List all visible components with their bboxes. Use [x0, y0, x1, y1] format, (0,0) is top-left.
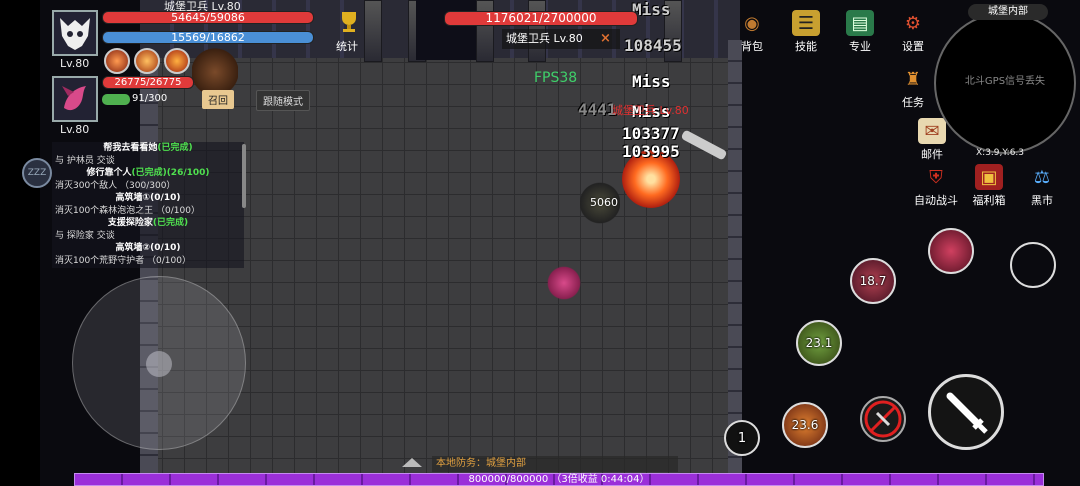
profession-label: 专业 — [849, 40, 871, 53]
skill-cooldown: 18.7 — [859, 274, 887, 288]
welfare-button[interactable]: ▣ 福利箱 — [966, 164, 1012, 208]
pet-hp-bar: 26775/26775 — [102, 76, 194, 89]
empty-skill-slot[interactable] — [1010, 242, 1056, 288]
market-label: 黑市 — [1031, 194, 1053, 207]
skill-slash-button[interactable] — [928, 228, 974, 274]
player-level: Lv.80 — [60, 57, 90, 70]
scroll-icon: ☰ — [792, 10, 820, 36]
target-hp-bar: 1176021/2700000 — [444, 11, 638, 26]
quest-scrollbar[interactable] — [242, 144, 246, 208]
skill-button-1[interactable]: 18.7 — [850, 258, 896, 304]
settings-label: 设置 — [902, 40, 924, 53]
pillar — [364, 0, 382, 62]
buff-icon[interactable] — [134, 48, 160, 74]
gps-status: 北斗GPS信号丢失 — [964, 76, 1046, 87]
skills-button[interactable]: ☰ 技能 — [786, 10, 826, 54]
quest-title[interactable]: 高筑墙②(0/10) — [52, 242, 244, 255]
joystick-knob[interactable] — [146, 351, 172, 377]
fps-counter: FPS38 — [534, 70, 578, 86]
player-hp-bar: 54645/59086 — [102, 11, 314, 24]
sword-icon — [946, 392, 988, 434]
damage-number: 103995 — [622, 142, 680, 161]
gear-icon: ⚙ — [904, 12, 922, 34]
skill-cooldown: 23.1 — [805, 336, 833, 350]
trophy-icon[interactable] — [338, 10, 360, 34]
mail-label: 邮件 — [921, 148, 943, 161]
mail-icon: ✉ — [918, 118, 946, 144]
damage-number: 108455 — [624, 36, 682, 55]
shield-icon: ⛨ — [929, 166, 943, 188]
settings-button[interactable]: ⚙ 设置 — [893, 10, 933, 54]
buff-icon[interactable] — [164, 48, 190, 74]
buff-icon[interactable] — [104, 48, 130, 74]
auto-battle-label: 自动战斗 — [914, 194, 958, 207]
tasks-label: 任务 — [902, 96, 924, 109]
player-mp-bar: 15569/16862 — [102, 31, 314, 44]
bag-button[interactable]: ◉ 背包 — [732, 10, 772, 54]
stats-label[interactable]: 统计 — [336, 38, 358, 54]
castle-wall-right — [728, 40, 742, 480]
quest-desc: 消灭300个敌人 （300/300） — [55, 180, 176, 191]
chest-icon: ▣ — [975, 164, 1003, 190]
quest-title[interactable]: 支援探险家(已完成) — [52, 217, 244, 230]
pet-level: Lv.80 — [60, 123, 90, 136]
summon-button[interactable]: 召回 — [202, 90, 234, 109]
bag-label: 背包 — [741, 40, 763, 53]
defense-banner[interactable]: 本地防务：城堡内部 — [432, 456, 678, 472]
minimap-title: 城堡内部 — [968, 4, 1048, 20]
mail-button[interactable]: ✉ 邮件 — [912, 118, 952, 162]
target-name: 城堡卫兵 Lv.80 — [506, 32, 583, 45]
castle-gate — [416, 0, 476, 60]
main-attack-button[interactable] — [928, 374, 1004, 450]
tasks-button[interactable]: ♜ 任务 — [893, 66, 933, 110]
welfare-label: 福利箱 — [972, 194, 1006, 207]
market-button[interactable]: ⚖ 黑市 — [1022, 164, 1062, 208]
quest-title[interactable]: 修行靠个人(已完成)(26/100) — [52, 167, 244, 180]
quest-desc: 与 探险家 交谈 — [55, 230, 115, 241]
pet-xp-fill — [102, 94, 130, 105]
book-icon: ▤ — [846, 10, 874, 36]
quest-tracker[interactable]: 帮我去看看她(已完成) 与 护林员 交谈 修行靠个人(已完成)(26/100) … — [52, 142, 244, 268]
pillar — [476, 0, 494, 62]
skill-button-3[interactable]: 23.6 — [782, 402, 828, 448]
skill-button-2[interactable]: 23.1 — [796, 320, 842, 366]
miss-text: Miss — [632, 72, 671, 91]
skills-label: 技能 — [795, 40, 817, 53]
sword-disabled-icon — [864, 400, 902, 438]
minimap-coords: X:3.9,Y:6.3 — [976, 148, 1025, 158]
enemy-tag: 城堡卫兵 Lv.80 — [612, 104, 689, 117]
quest-desc: 消灭100个荒野守护者 （0/100） — [55, 255, 191, 266]
player-portrait[interactable] — [52, 10, 98, 56]
demon-mask-icon — [60, 18, 90, 50]
expand-chat-icon[interactable] — [402, 458, 422, 467]
dragon-icon — [62, 86, 86, 111]
pet-portrait[interactable] — [52, 76, 98, 122]
player-sprite[interactable] — [546, 264, 582, 302]
skill-cooldown: 23.6 — [791, 418, 819, 432]
sleep-badge[interactable]: ZZZ — [22, 158, 52, 188]
damage-number: 103377 — [622, 124, 680, 143]
player-damage: 5060 — [590, 196, 618, 209]
quest-title[interactable]: 帮我去看看她(已完成) — [52, 142, 244, 155]
bag-icon: ◉ — [744, 12, 760, 34]
quest-desc: 与 护林员 交谈 — [55, 155, 115, 166]
follow-mode-button[interactable]: 跟随模式 — [256, 90, 310, 111]
experience-bar: 800000/800000 （3倍收益 0:44:04） — [74, 473, 1044, 486]
pet-xp-bar: 91/300 — [102, 93, 194, 106]
close-target-icon[interactable]: × — [600, 31, 611, 46]
skill-page-button[interactable]: 1 — [724, 420, 760, 456]
task-icon: ♜ — [904, 68, 922, 90]
quest-title[interactable]: 高筑墙①(0/10) — [52, 192, 244, 205]
damage-number: 4441 — [578, 100, 617, 119]
attack-disabled-button[interactable] — [860, 396, 906, 442]
scale-icon: ⚖ — [1033, 166, 1051, 188]
pet-xp-text: 91/300 — [132, 93, 168, 104]
quest-desc: 消灭100个森林泡泡之王 （0/100） — [55, 205, 200, 216]
profession-button[interactable]: ▤ 专业 — [840, 10, 880, 54]
left-border — [0, 0, 40, 486]
pet-sprite[interactable] — [192, 48, 238, 96]
skill-page-number: 1 — [737, 430, 747, 446]
auto-battle-button[interactable]: ⛨ 自动战斗 — [910, 164, 962, 208]
